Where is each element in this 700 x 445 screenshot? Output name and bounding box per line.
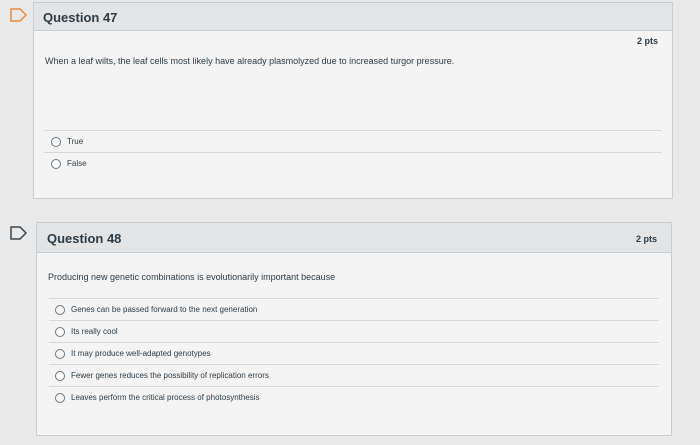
answer-label: Fewer genes reduces the possibility of r…	[71, 371, 269, 380]
answer-label: True	[67, 137, 84, 146]
answer-label: Leaves perform the critical process of p…	[71, 393, 260, 402]
answer-option[interactable]: Leaves perform the critical process of p…	[49, 386, 659, 408]
answer-option[interactable]: It may produce well-adapted genotypes	[49, 342, 659, 364]
question-47-title: Question 47	[43, 10, 118, 25]
question-47-text: When a leaf wilts, the leaf cells most l…	[45, 56, 455, 66]
answer-option[interactable]: Its really cool	[49, 320, 659, 342]
question-48-text: Producing new genetic combinations is ev…	[48, 272, 336, 282]
question-48-header: Question 48 2 pts	[37, 223, 671, 253]
radio-button[interactable]	[55, 326, 65, 337]
answer-option[interactable]: True	[44, 130, 662, 152]
answer-label: Its really cool	[71, 327, 118, 336]
question-47-answers: True False	[34, 130, 672, 174]
question-48-answers: Genes can be passed forward to the next …	[37, 298, 671, 408]
question-48-card: Question 48 2 pts Producing new genetic …	[36, 222, 672, 436]
question-47-header: Question 47	[34, 3, 672, 31]
answer-label: Genes can be passed forward to the next …	[71, 305, 258, 314]
radio-button[interactable]	[55, 370, 65, 381]
answer-option[interactable]: Fewer genes reduces the possibility of r…	[49, 364, 659, 386]
answer-option[interactable]: False	[44, 152, 662, 174]
question-48-title: Question 48	[47, 231, 122, 246]
question-47-points: 2 pts	[636, 36, 658, 46]
quiz-page: Question 47 2 pts When a leaf wilts, the…	[0, 0, 700, 445]
answer-label: False	[67, 159, 87, 168]
question-48-points: 2 pts	[635, 234, 657, 244]
radio-button[interactable]	[51, 136, 61, 147]
radio-button[interactable]	[55, 392, 65, 403]
answer-label: It may produce well-adapted genotypes	[71, 349, 211, 358]
flag-question-icon[interactable]	[10, 226, 28, 240]
radio-button[interactable]	[55, 304, 65, 315]
radio-button[interactable]	[51, 158, 61, 169]
answer-option[interactable]: Genes can be passed forward to the next …	[49, 298, 659, 320]
radio-button[interactable]	[55, 348, 65, 359]
flag-question-icon[interactable]	[10, 8, 28, 22]
question-47-card: Question 47 2 pts When a leaf wilts, the…	[33, 2, 673, 199]
